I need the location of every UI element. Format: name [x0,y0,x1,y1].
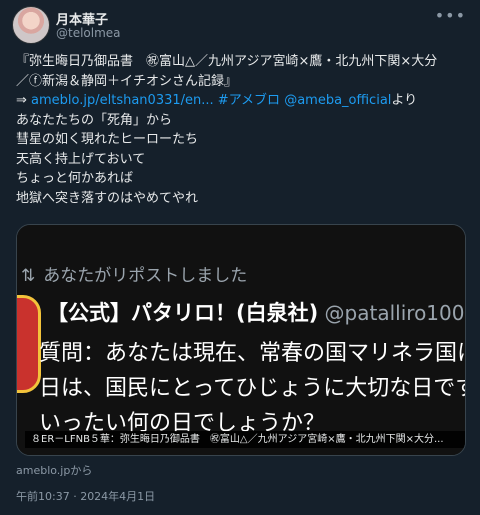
poem-line-2: 彗星の如く現れたヒーローたち [16,132,199,147]
embedded-author-name: 【公式】パタリロ！(白泉社) [47,301,319,325]
retweet-icon: ⇅ [21,266,36,286]
avatar[interactable] [12,6,50,44]
timestamp[interactable]: 午前10:37 · 2024年4月1日 [16,488,155,504]
poem-line-5: 地獄へ突き落すのはやめてやれ [16,190,199,206]
poem-line-3: 天高く持上げておいて [16,151,146,167]
embedded-post-line-1: 質問：あなたは現在、常春の国マリネラ国に住んでいます。さて、明日4 [39,341,465,366]
more-options-icon[interactable]: ••• [435,6,466,25]
embedded-post-author: 【公式】パタリロ！(白泉社) @patalliro100 · 55分 [47,297,465,327]
link-suffix: より [391,93,418,108]
tweet-line-1: 『弥生晦日乃御品書 ㊗富山△／九州アジア宮崎×鷹・北九州下関×大分 [16,54,438,69]
poem-line-1: あなたたちの「死角」から [16,112,173,128]
poem-line-4: ちょっと何かあれば [16,171,134,186]
tweet-line-2: ／ⓕ新潟＆静岡＋イチオシさん記録』 [16,73,238,89]
blog-link[interactable]: ameblo.jp/eltshan0331/en... [31,93,214,108]
card-image: ⇅ あなたがリポストしました 【公式】パタリロ！(白泉社) @patalliro1… [17,225,465,455]
arrow-text: ⇒ [16,93,32,108]
link-preview-card[interactable]: ⇅ あなたがリポストしました 【公式】パタリロ！(白泉社) @patalliro1… [16,224,466,456]
hashtag-link[interactable]: #アメブロ [218,93,280,108]
retweet-label: ⇅ あなたがリポストしました [21,261,247,286]
tweet-text: 『弥生晦日乃御品書 ㊗富山△／九州アジア宮崎×鷹・北九州下関×大分 ／ⓕ新潟＆静… [16,52,466,208]
patalliro-logo [17,295,41,393]
card-title-overlay: ８ER－LFNB５華：弥生晦日乃御品書 ㊗富山△／九州アジア宮崎×鷹・北九州下関… [25,431,465,448]
retweet-text: あなたがリポストしました [43,266,248,286]
embedded-handle: @patalliro100 · 55分 [324,301,465,325]
source-link[interactable]: ameblo.jpから [16,462,92,478]
mention-link[interactable]: @ameba_official [284,93,391,108]
embedded-post-line-2: 日は、国民にとってひじょうに大切な日です。 [39,376,466,401]
tweet-link-line: ⇒ ameblo.jp/eltshan0331/en... #アメブロ @ame… [16,91,466,111]
tweet-header: 月本華子 @telolmea ••• [0,0,480,52]
user-handle[interactable]: @telolmea [56,26,121,40]
